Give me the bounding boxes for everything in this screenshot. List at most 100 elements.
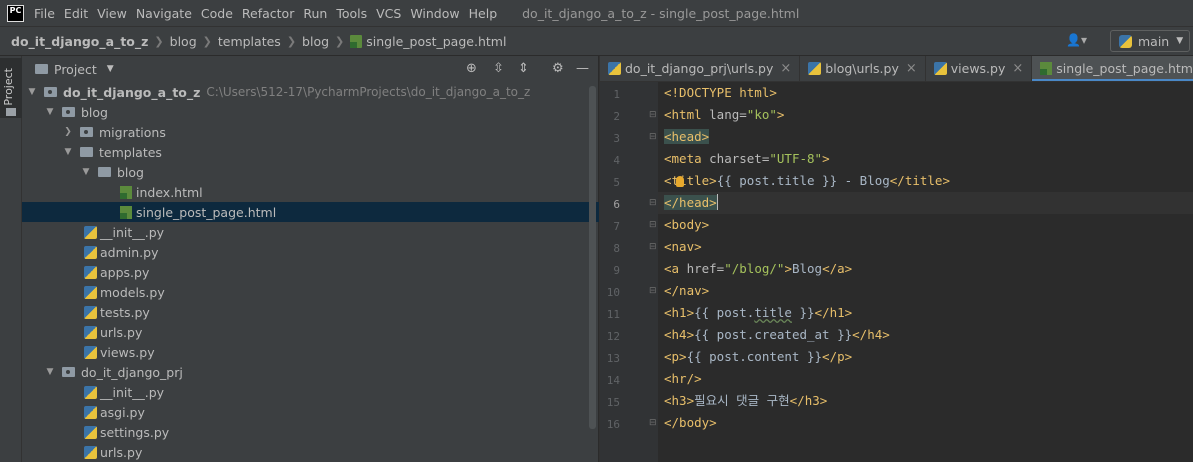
project-panel-title[interactable]: Project [54, 62, 97, 77]
code-line-7[interactable]: <body> [664, 214, 709, 236]
close-icon[interactable]: × [906, 61, 917, 76]
fold-marker-icon[interactable]: ⊟ [649, 132, 657, 142]
python-file-icon [84, 265, 97, 279]
tree-row-init-py[interactable]: __init__.py [22, 222, 660, 242]
branch-selector[interactable]: main ▼ [1110, 30, 1190, 52]
project-path: C:\Users\512-17\PycharmProjects\do_it_dj… [206, 85, 531, 99]
fold-marker-icon[interactable]: ⊟ [649, 198, 657, 208]
close-icon[interactable]: × [780, 61, 791, 76]
code-line-10[interactable]: </nav> [664, 280, 709, 302]
menu-code[interactable]: Code [201, 6, 233, 21]
code-line-5[interactable]: <title>{{ post.title }} - Blog</title> [664, 170, 950, 192]
code-line-8[interactable]: <nav> [664, 236, 702, 258]
line-number: 4 [613, 154, 620, 167]
project-scrollbar[interactable] [589, 86, 596, 429]
menu-tools[interactable]: Tools [336, 6, 367, 21]
code-token: </nav> [664, 283, 710, 298]
line-number: 12 [606, 330, 620, 343]
code-token: charset= [709, 151, 770, 166]
close-icon[interactable]: × [1012, 61, 1023, 76]
project-panel-header: Project ▼ ⊕ ⇳ ⇕ ⚙ — [22, 56, 598, 82]
gear-icon[interactable]: ⚙ [552, 61, 564, 76]
tab-single-post-page[interactable]: single_post_page.html × [1032, 56, 1193, 81]
minimize-icon[interactable]: — [576, 61, 589, 76]
tree-row-prj-init-py[interactable]: __init__.py [22, 382, 660, 402]
tab-views[interactable]: views.py × [926, 56, 1033, 81]
breadcrumb-file[interactable]: single_post_page.html [366, 34, 506, 49]
code-line-4[interactable]: <meta charset="UTF-8"> [664, 148, 830, 170]
code-token: </h1> [814, 305, 853, 320]
breadcrumb-templates[interactable]: templates [218, 34, 281, 49]
tree-label: models.py [100, 284, 165, 300]
menu-run[interactable]: Run [303, 6, 327, 21]
crosshair-icon[interactable]: ⊕ [466, 61, 477, 76]
tab-blog-urls[interactable]: blog\urls.py × [800, 56, 926, 81]
code-line-9[interactable]: <a href="/blog/">Blog</a> [664, 258, 852, 280]
code-line-11[interactable]: <h1>{{ post.title }}</h1> [664, 302, 852, 324]
code-line-1[interactable]: <!DOCTYPE html> [664, 82, 777, 104]
menu-vcs[interactable]: VCS [376, 6, 401, 21]
menu-refactor[interactable]: Refactor [242, 6, 294, 21]
menu-file[interactable]: File [34, 6, 55, 21]
tree-row-admin-py[interactable]: admin.py [22, 242, 660, 262]
user-icon[interactable]: 👤▾ [1066, 33, 1087, 47]
code-line-6[interactable]: </head> [664, 192, 718, 214]
tree-row-project-root[interactable]: ▼ do_it_django_a_to_z C:\Users\512-17\Py… [22, 82, 602, 102]
code-line-3[interactable]: <head> [664, 126, 710, 148]
menu-edit[interactable]: Edit [64, 6, 88, 21]
project-tool-tab[interactable]: Project [0, 58, 22, 118]
expand-all-icon[interactable]: ⇳ [493, 61, 504, 76]
menu-view[interactable]: View [97, 6, 127, 21]
line-number: 13 [606, 352, 620, 365]
code-line-2[interactable]: <html lang="ko"> [664, 104, 784, 126]
code-token: <head> [664, 129, 710, 144]
menu-navigate[interactable]: Navigate [136, 6, 192, 21]
tree-label: blog [81, 104, 108, 120]
fold-marker-icon[interactable]: ⊟ [649, 242, 657, 252]
tree-row-urls-py[interactable]: urls.py [22, 322, 660, 342]
collapse-all-icon[interactable]: ⇕ [518, 61, 529, 76]
chevron-down-icon[interactable]: ▼ [107, 64, 114, 74]
breadcrumb-blog-sub[interactable]: blog [302, 34, 329, 49]
tab-prj-urls[interactable]: do_it_django_prj\urls.py × [600, 56, 801, 81]
code-line-14[interactable]: <hr/> [664, 368, 702, 390]
code-line-16[interactable]: </body> [664, 412, 717, 434]
code-line-12[interactable]: <h4>{{ post.created_at }}</h4> [664, 324, 890, 346]
tree-label: views.py [100, 344, 155, 360]
tree-label: single_post_page.html [136, 204, 277, 220]
tree-row-apps-py[interactable]: apps.py [22, 262, 660, 282]
code-line-15[interactable]: <h3>필요시 댓글 구현</h3> [664, 390, 827, 412]
chevron-down-icon: ▼ [46, 367, 54, 377]
code-token: </p> [822, 349, 853, 364]
python-file-icon [84, 425, 97, 439]
fold-marker-icon[interactable]: ⊟ [649, 286, 657, 296]
tree-label: urls.py [100, 324, 143, 340]
tree-row-do-it-django-prj[interactable]: ▼ do_it_django_prj [22, 362, 620, 382]
tree-row-prj-urls-py[interactable]: urls.py [22, 442, 660, 462]
breadcrumb-project[interactable]: do_it_django_a_to_z [11, 34, 148, 49]
fold-marker-icon[interactable]: ⊟ [649, 220, 657, 230]
menu-help[interactable]: Help [469, 6, 498, 21]
breadcrumb: do_it_django_a_to_z ❯ blog ❯ templates ❯… [0, 26, 1193, 56]
code-token: <meta [664, 151, 710, 166]
code-token: {{ post. [694, 305, 755, 320]
fold-marker-icon[interactable]: ⊟ [649, 418, 657, 428]
lightbulb-icon[interactable] [676, 176, 684, 187]
tree-row-migrations[interactable]: ❯ migrations [22, 122, 638, 142]
tree-row-models-py[interactable]: models.py [22, 282, 660, 302]
tree-row-templates[interactable]: ▼ templates [22, 142, 638, 162]
line-number: 2 [613, 110, 620, 123]
tree-label: settings.py [100, 424, 170, 440]
tree-row-blog[interactable]: ▼ blog [22, 102, 620, 122]
breadcrumb-blog[interactable]: blog [170, 34, 197, 49]
tree-row-templates-blog[interactable]: ▼ blog [22, 162, 656, 182]
tree-row-views-py[interactable]: views.py [22, 342, 660, 362]
fold-marker-icon[interactable]: ⊟ [649, 110, 657, 120]
python-file-icon [84, 245, 97, 259]
tree-row-asgi-py[interactable]: asgi.py [22, 402, 660, 422]
tree-row-tests-py[interactable]: tests.py [22, 302, 660, 322]
code-line-13[interactable]: <p>{{ post.content }}</p> [664, 346, 852, 368]
menu-window[interactable]: Window [410, 6, 459, 21]
folder-icon [62, 107, 75, 117]
tree-row-settings-py[interactable]: settings.py [22, 422, 660, 442]
